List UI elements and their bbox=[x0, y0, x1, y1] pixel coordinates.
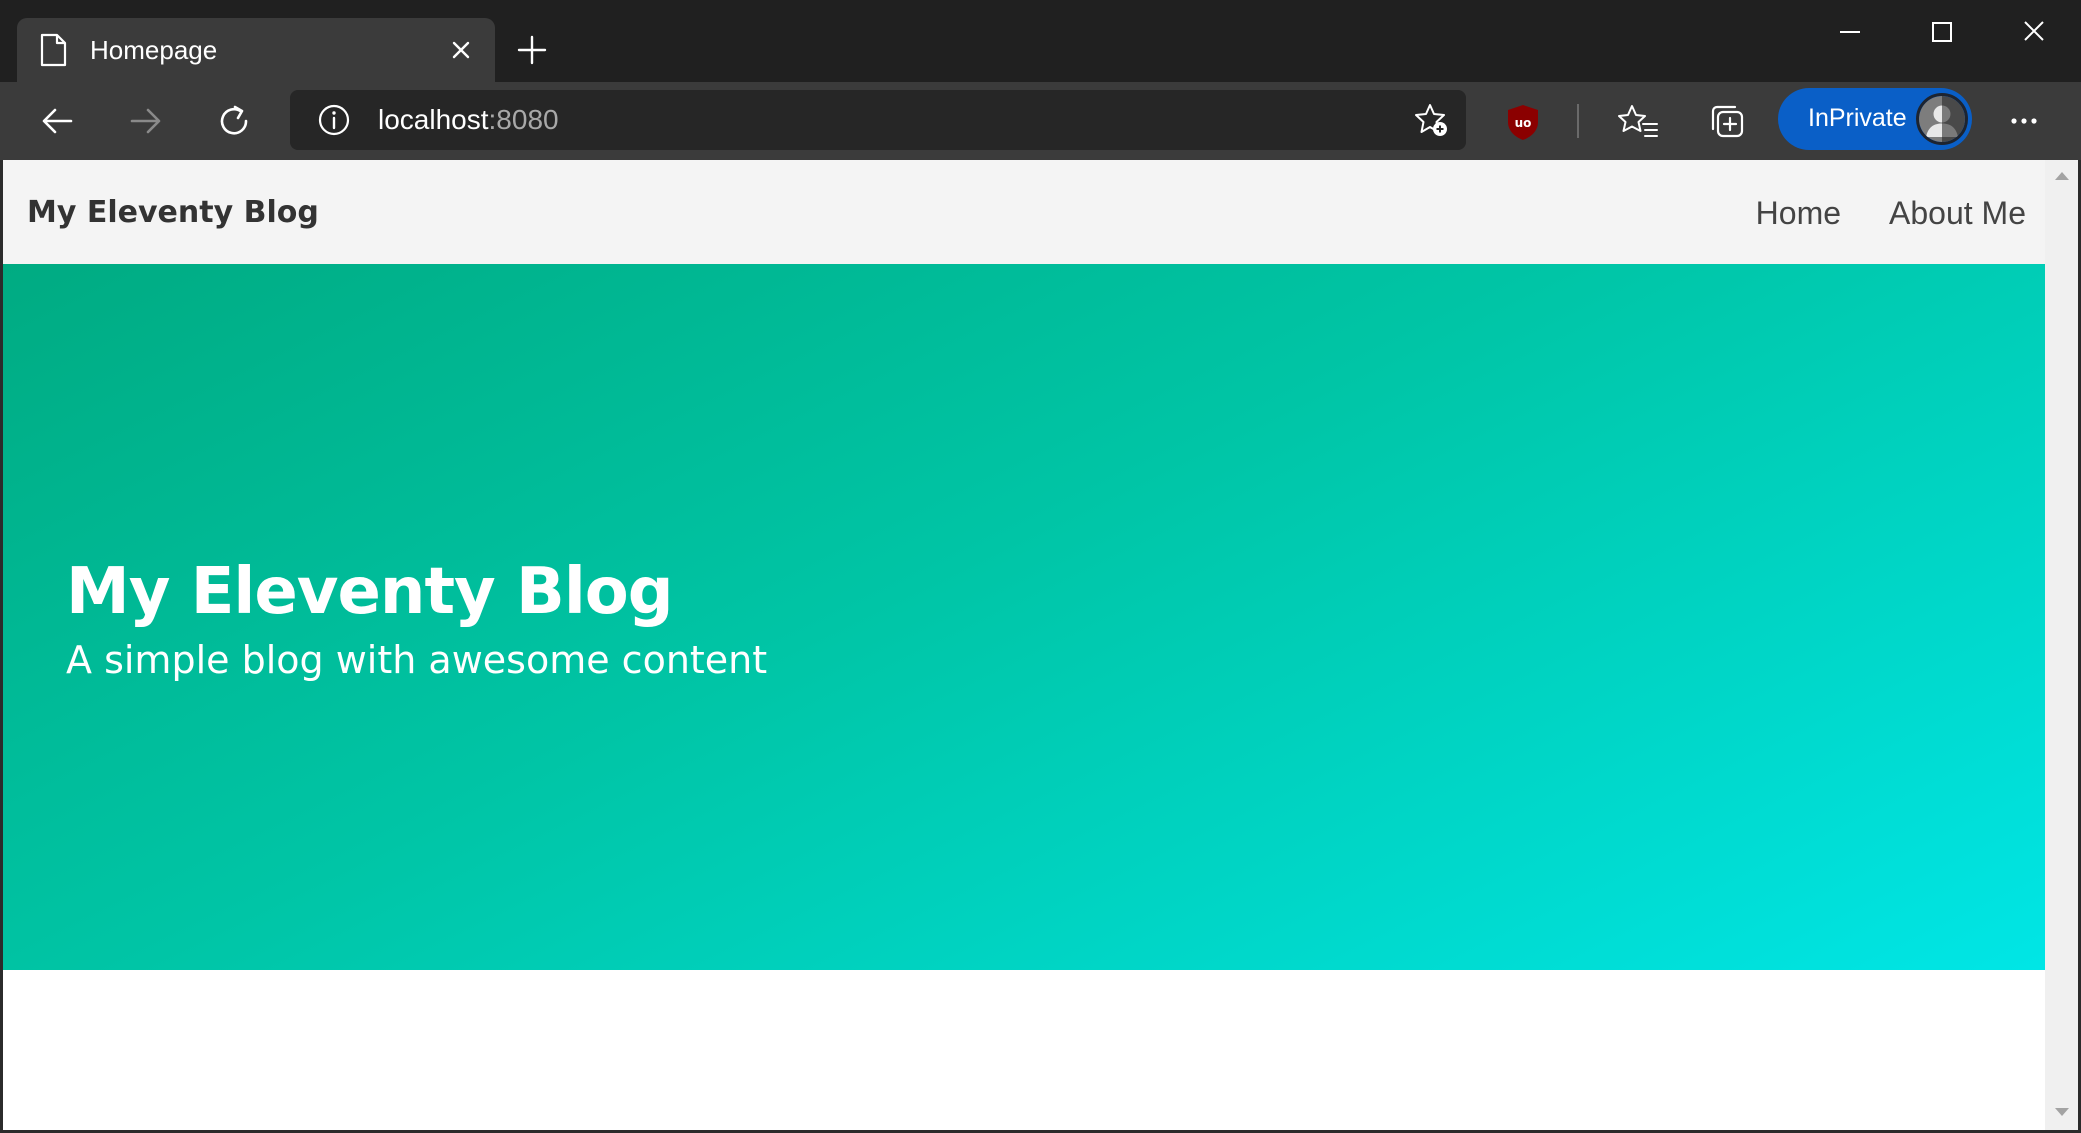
nav-link-about-me[interactable]: About Me bbox=[1889, 194, 2026, 232]
favorites-icon[interactable] bbox=[1617, 100, 1659, 142]
scroll-up-arrow-icon[interactable] bbox=[2055, 172, 2069, 180]
scroll-down-arrow-icon[interactable] bbox=[2055, 1108, 2069, 1116]
maximize-icon[interactable] bbox=[1912, 10, 1972, 54]
more-icon[interactable] bbox=[2003, 100, 2045, 142]
browser-tab-homepage[interactable]: Homepage bbox=[17, 18, 495, 82]
site-navbar: My Eleventy Blog Home About Me bbox=[3, 160, 2048, 264]
page-icon bbox=[40, 33, 67, 67]
profile-avatar bbox=[1916, 93, 1968, 145]
url-port: :8080 bbox=[488, 104, 559, 135]
site-brand[interactable]: My Eleventy Blog bbox=[27, 194, 319, 232]
add-favorite-icon[interactable] bbox=[1412, 100, 1452, 140]
url-text[interactable]: localhost:8080 bbox=[378, 103, 559, 137]
browser-toolbar: localhost:8080 uo InPrivate bbox=[0, 82, 2081, 160]
tab-title: Homepage bbox=[90, 35, 218, 65]
collections-icon[interactable] bbox=[1706, 100, 1748, 142]
vertical-scrollbar[interactable] bbox=[2045, 160, 2078, 1130]
info-icon[interactable] bbox=[316, 102, 352, 138]
inprivate-label: InPrivate bbox=[1808, 104, 1907, 132]
hero-banner: My Eleventy Blog A simple blog with awes… bbox=[3, 264, 2048, 970]
minimize-icon[interactable] bbox=[1820, 10, 1880, 54]
close-tab-icon[interactable] bbox=[445, 34, 477, 66]
forward-arrow-icon[interactable] bbox=[122, 98, 168, 144]
address-bar[interactable]: localhost:8080 bbox=[290, 90, 1466, 150]
hero-title: My Eleventy Blog bbox=[66, 555, 674, 629]
site-nav-links: Home About Me bbox=[1756, 194, 2026, 232]
browser-titlebar: Homepage bbox=[0, 0, 2081, 82]
toolbar-separator bbox=[1577, 104, 1579, 138]
hero-subtitle: A simple blog with awesome content bbox=[66, 638, 768, 682]
close-icon[interactable] bbox=[2004, 10, 2064, 54]
page-viewport: My Eleventy Blog Home About Me My Eleven… bbox=[0, 160, 2081, 1133]
ublock-origin-icon[interactable]: uo bbox=[1504, 102, 1542, 142]
new-tab-icon[interactable] bbox=[512, 30, 552, 70]
back-arrow-icon[interactable] bbox=[35, 98, 81, 144]
svg-text:uo: uo bbox=[1515, 116, 1532, 130]
nav-link-home[interactable]: Home bbox=[1756, 194, 1841, 232]
inprivate-button[interactable]: InPrivate bbox=[1778, 88, 1972, 150]
url-host: localhost bbox=[378, 104, 489, 135]
refresh-icon[interactable] bbox=[211, 98, 257, 144]
